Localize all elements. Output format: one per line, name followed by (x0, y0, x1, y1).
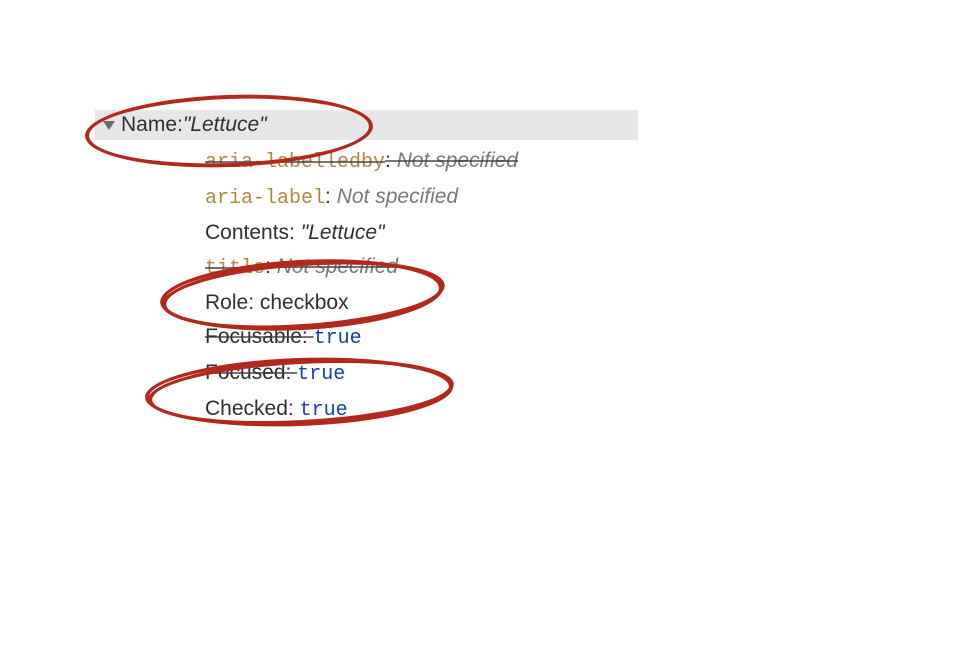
contents-row: Contents: "Lettuce" (205, 216, 735, 250)
checked-row: Checked: true (205, 392, 735, 428)
aria-label-value: Not specified (337, 185, 458, 208)
title-value: Not specified (277, 255, 398, 278)
aria-labelledby-row: aria-labelledby: Not specified (205, 144, 735, 180)
focusable-row: Focusable: true (205, 320, 735, 356)
name-header-row[interactable]: Name: "Lettuce" (95, 110, 638, 140)
aria-labelledby-key: aria-labelledby (205, 151, 385, 174)
checked-value: true (300, 399, 348, 422)
role-row: Role: checkbox (205, 286, 735, 320)
title-key: title (205, 257, 265, 280)
name-label: Name: (121, 113, 183, 137)
title-row: title: Not specified (205, 250, 735, 286)
accessibility-panel: Name: "Lettuce" aria-labelledby: Not spe… (95, 110, 735, 428)
state-block: Role: checkbox Focusable: true Focused: … (205, 286, 735, 428)
focused-key: Focused: (205, 361, 297, 384)
role-key: Role: (205, 291, 260, 314)
aria-label-key: aria-label (205, 187, 325, 210)
name-value: "Lettuce" (183, 113, 267, 137)
aria-label-row: aria-label: Not specified (205, 180, 735, 216)
name-source-details: aria-labelledby: Not specified aria-labe… (205, 144, 735, 286)
checked-key: Checked: (205, 397, 300, 420)
focused-value: true (297, 363, 345, 386)
aria-labelledby-value: Not specified (397, 149, 518, 172)
disclosure-triangle-icon[interactable] (103, 121, 115, 130)
contents-value: "Lettuce" (301, 221, 385, 244)
focused-row: Focused: true (205, 356, 735, 392)
focusable-value: true (314, 327, 362, 350)
focusable-key: Focusable: (205, 325, 314, 348)
contents-key: Contents: (205, 221, 301, 244)
role-value: checkbox (260, 291, 349, 314)
